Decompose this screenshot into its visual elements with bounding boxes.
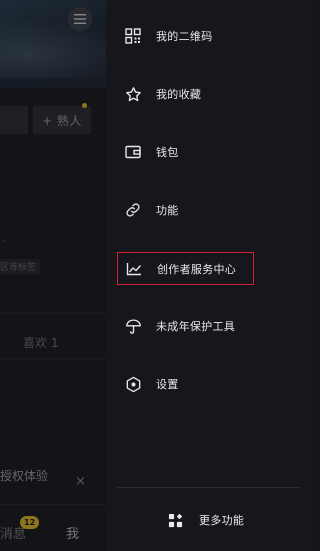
drawer-item-label: 未成年保护工具	[156, 320, 236, 333]
drawer-item-creator-center[interactable]: 创作者服务中心	[117, 252, 254, 285]
drawer-item-wallet[interactable]: 钱包	[106, 134, 317, 170]
link-icon	[124, 201, 142, 219]
screen: + 熟人 · 区等标签 喜欢 1 授权体验 × 消息 12 我 我的二维码 我的…	[0, 0, 317, 551]
side-drawer: 我的二维码 我的收藏 钱包 功能 创作者服务中心 未成年保护工具 设置 更多功能	[106, 0, 317, 551]
more-features-button[interactable]: 更多功能	[166, 508, 244, 532]
messages-badge: 12	[20, 516, 40, 529]
drawer-item-features[interactable]: 功能	[106, 192, 317, 228]
grid-more-icon	[166, 511, 184, 529]
drawer-item-minor-protection[interactable]: 未成年保护工具	[106, 308, 317, 344]
notification-dot	[82, 103, 87, 108]
likes-tab[interactable]: 喜欢 1	[23, 334, 58, 351]
bio-fragment: ·	[2, 236, 6, 247]
settings-icon	[124, 375, 142, 393]
add-friend-button[interactable]: + 熟人	[33, 106, 91, 134]
hamburger-icon	[74, 14, 86, 24]
more-features-label: 更多功能	[199, 514, 245, 527]
tabbar-divider	[0, 504, 106, 505]
edit-profile-button[interactable]	[0, 106, 28, 134]
drawer-item-label: 功能	[156, 204, 179, 217]
drawer-divider	[117, 487, 300, 488]
drawer-item-qr-code[interactable]: 我的二维码	[106, 18, 317, 54]
drawer-item-favorites[interactable]: 我的收藏	[106, 76, 317, 112]
star-icon	[124, 85, 142, 103]
close-banner-button[interactable]: ×	[75, 474, 86, 489]
drawer-item-label: 创作者服务中心	[157, 262, 237, 276]
drawer-item-label: 钱包	[156, 146, 179, 159]
hamburger-menu-button[interactable]	[68, 7, 92, 31]
me-tab[interactable]: 我	[66, 523, 79, 542]
profile-tag[interactable]: 区等标签	[0, 259, 41, 274]
chart-line-icon	[125, 260, 143, 278]
drawer-item-label: 我的收藏	[156, 88, 202, 101]
background-profile-page[interactable]: + 熟人 · 区等标签 喜欢 1 授权体验 × 消息 12 我	[0, 0, 106, 551]
drawer-item-label: 设置	[156, 378, 179, 391]
qr-code-icon	[124, 27, 142, 45]
auth-banner-text: 授权体验	[0, 469, 49, 483]
drawer-item-label: 我的二维码	[156, 30, 213, 43]
drawer-item-settings[interactable]: 设置	[106, 366, 317, 402]
wallet-icon	[124, 143, 142, 161]
divider	[0, 359, 106, 360]
umbrella-icon	[124, 317, 142, 335]
divider	[0, 312, 106, 313]
